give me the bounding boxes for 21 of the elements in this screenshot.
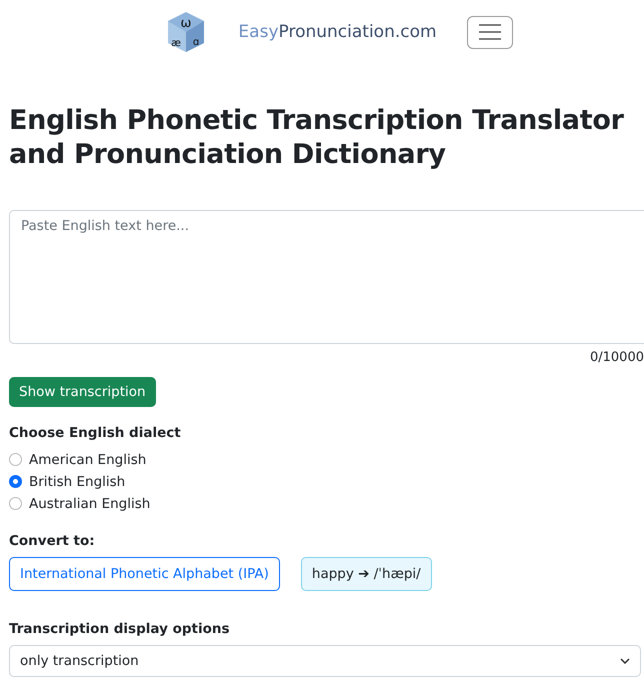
display-options-select[interactable]: only transcription xyxy=(9,644,641,676)
example-button[interactable]: happy ➔ /ˈhæpi/ xyxy=(300,556,432,590)
convert-label: Convert to: xyxy=(9,532,96,548)
ipa-button[interactable]: International Phonetic Alphabet (IPA) xyxy=(9,556,280,590)
radio-button[interactable] xyxy=(9,453,22,466)
menu-button[interactable] xyxy=(466,16,513,48)
menu-icon xyxy=(478,24,501,40)
text-input[interactable]: Paste English text here... xyxy=(9,210,644,344)
page-title: English Phonetic Transcription Translator and Pronunciation Dictionary xyxy=(9,104,625,172)
site-logo-text[interactable]: EasyPronunciation.com xyxy=(238,22,437,42)
radio-label[interactable]: Australian English xyxy=(29,496,150,512)
dialect-label: Choose English dialect xyxy=(9,424,182,440)
display-options-label: Transcription display options xyxy=(9,620,231,636)
character-counter: 0/10000 xyxy=(590,350,644,364)
radio-label[interactable]: American English xyxy=(29,452,146,468)
radio-button[interactable] xyxy=(9,497,22,510)
show-transcription-button[interactable]: Show transcription xyxy=(9,376,156,406)
radio-label[interactable]: British English xyxy=(29,474,126,490)
radio-button[interactable] xyxy=(9,475,22,488)
logo-icon: ω æ ɑ xyxy=(166,10,206,54)
chevron-icon xyxy=(620,658,630,664)
